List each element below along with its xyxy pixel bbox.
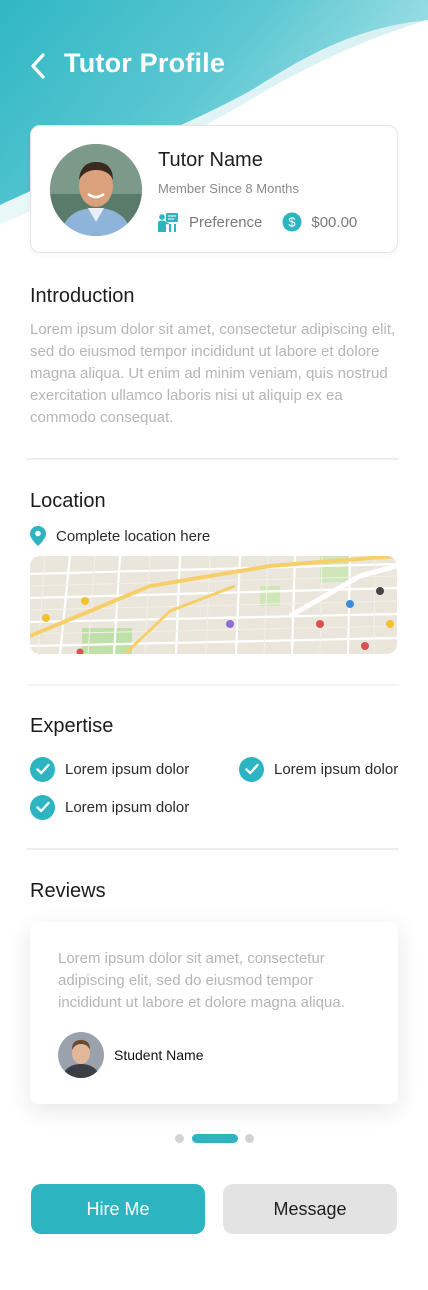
tutor-name: Tutor Name xyxy=(158,149,263,171)
dollar-circle-icon: $ xyxy=(282,212,302,232)
reviews-heading: Reviews xyxy=(30,880,106,902)
expertise-label: Lorem ipsum dolor xyxy=(65,798,190,816)
check-circle-icon xyxy=(30,794,55,820)
check-circle-icon xyxy=(30,756,55,782)
divider xyxy=(27,848,399,850)
profile-card: Tutor Name Member Since 8 Months Prefere… xyxy=(30,125,398,253)
location-map[interactable] xyxy=(30,556,397,654)
message-button[interactable]: Message xyxy=(223,1184,397,1234)
member-since: Member Since 8 Months xyxy=(158,181,299,196)
preference-label: Preference xyxy=(189,213,263,231)
review-card: Lorem ipsum dolor sit amet, consectetur … xyxy=(30,922,398,1104)
introduction-text: Lorem ipsum dolor sit amet, consectetur … xyxy=(30,321,396,426)
location-heading: Location xyxy=(30,490,106,512)
review-text: Lorem ipsum dolor sit amet, consectetur … xyxy=(58,950,345,1011)
preference-row: Preference $ $00.00 xyxy=(157,210,357,234)
tutor-avatar xyxy=(50,144,142,236)
back-button[interactable] xyxy=(22,50,54,82)
chevron-left-icon xyxy=(31,53,45,79)
check-circle-icon xyxy=(239,756,264,782)
divider xyxy=(27,684,399,686)
introduction-heading: Introduction xyxy=(30,285,135,307)
expertise-item: Lorem ipsum dolor xyxy=(30,756,189,782)
location-address: Complete location here xyxy=(56,527,211,545)
divider xyxy=(27,458,399,460)
student-avatar xyxy=(58,1032,104,1078)
map-pin-icon xyxy=(30,526,46,546)
student-name: Student Name xyxy=(114,1047,204,1063)
carousel-dot[interactable] xyxy=(175,1134,184,1143)
location-row: Complete location here xyxy=(30,524,210,548)
page-title: Tutor Profile xyxy=(64,48,226,78)
carousel-dot-active[interactable] xyxy=(192,1134,238,1143)
svg-text:$: $ xyxy=(289,215,297,230)
price-label: $00.00 xyxy=(311,213,358,231)
expertise-heading: Expertise xyxy=(30,715,114,737)
carousel-dot[interactable] xyxy=(245,1134,254,1143)
expertise-label: Lorem ipsum dolor xyxy=(65,760,190,778)
expertise-item: Lorem ipsum dolor xyxy=(239,756,398,782)
expertise-label: Lorem ipsum dolor xyxy=(274,760,399,778)
teacher-board-icon xyxy=(158,213,178,232)
hire-me-button[interactable]: Hire Me xyxy=(31,1184,205,1234)
expertise-item: Lorem ipsum dolor xyxy=(30,794,189,820)
carousel-pagination xyxy=(0,1133,428,1145)
top-bar: Tutor Profile xyxy=(0,44,428,88)
